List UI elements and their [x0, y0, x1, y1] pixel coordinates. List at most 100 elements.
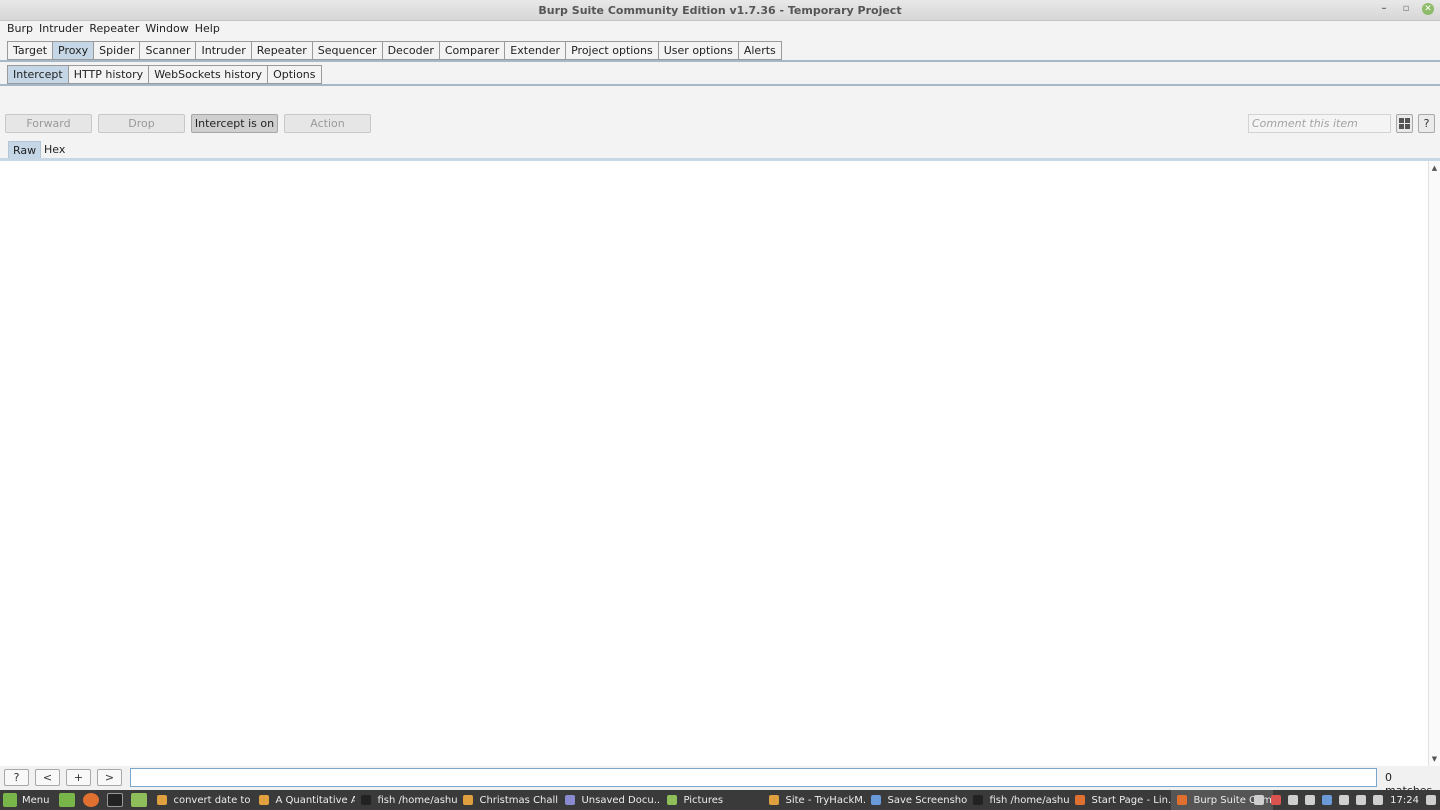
subtab-divider — [0, 84, 1440, 86]
search-add-button[interactable]: + — [66, 769, 91, 786]
tab-websockets-history[interactable]: WebSockets history — [148, 65, 268, 84]
taskbar-window-item[interactable]: Christmas Chall... — [457, 790, 559, 810]
window-titlebar: Burp Suite Community Edition v1.7.36 - T… — [0, 0, 1440, 21]
app-icon — [871, 795, 882, 805]
window-controls: – ▫ ✕ — [1378, 3, 1434, 15]
files-icon[interactable] — [131, 793, 148, 807]
taskbar-window-label: Unsaved Docu... — [581, 794, 662, 806]
taskbar-window-label: Start Page - Lin... — [1091, 794, 1172, 806]
taskbar-window-label: fish /home/ashu... — [377, 794, 458, 806]
tab-decoder[interactable]: Decoder — [381, 41, 439, 60]
sound-icon[interactable] — [1426, 795, 1436, 805]
wifi-icon[interactable] — [1356, 795, 1367, 805]
search-input[interactable] — [130, 768, 1377, 787]
tab-http-history[interactable]: HTTP history — [67, 65, 149, 84]
search-previous-button[interactable]: < — [35, 769, 60, 786]
window-title: Burp Suite Community Edition v1.7.36 - T… — [538, 4, 902, 17]
taskbar-window-label: Pictures — [683, 794, 724, 806]
taskbar-window-item[interactable]: fish /home/ashu... — [967, 790, 1069, 810]
menu-burp[interactable]: Burp — [4, 21, 36, 38]
minimize-icon[interactable]: – — [1378, 3, 1390, 15]
menu-help[interactable]: Help — [192, 21, 223, 38]
user-icon[interactable] — [1339, 795, 1350, 805]
os-taskbar: Menu convert date to ... A Quantitative A… — [0, 790, 1440, 810]
chat-icon[interactable] — [1322, 795, 1333, 805]
taskbar-window-item[interactable]: fish /home/ashu... — [355, 790, 457, 810]
start-menu-button[interactable]: Menu — [0, 790, 55, 810]
proxy-tab-bar: Intercept HTTP history WebSockets history O… — [7, 65, 322, 84]
help-button[interactable]: ? — [1418, 114, 1435, 133]
taskbar-window-item[interactable]: Site - TryHackM... — [763, 790, 865, 810]
menu-intruder[interactable]: Intruder — [36, 21, 86, 38]
app-icon — [463, 795, 474, 805]
scroll-up-icon[interactable]: ▲ — [1429, 163, 1440, 173]
menu-window[interactable]: Window — [142, 21, 191, 38]
layout-grid-icon[interactable] — [1396, 114, 1413, 133]
tab-divider — [0, 60, 1440, 62]
app-icon — [361, 795, 372, 805]
drop-button[interactable]: Drop — [98, 114, 185, 133]
tab-raw[interactable]: Raw — [8, 141, 42, 158]
tab-intruder[interactable]: Intruder — [195, 41, 251, 60]
app-icon — [259, 795, 270, 805]
tab-repeater[interactable]: Repeater — [250, 41, 312, 60]
app-icon — [157, 795, 168, 805]
show-desktop-icon[interactable] — [59, 793, 76, 807]
tab-comparer[interactable]: Comparer — [438, 41, 505, 60]
taskbar-window-item[interactable]: A Quantitative A... — [253, 790, 355, 810]
maximize-icon[interactable]: ▫ — [1400, 3, 1412, 15]
close-icon[interactable]: ✕ — [1422, 3, 1434, 15]
tab-scanner[interactable]: Scanner — [139, 41, 196, 60]
taskbar-window-item[interactable]: convert date to ... — [151, 790, 253, 810]
search-next-button[interactable]: > — [97, 769, 122, 786]
update-shield-icon[interactable] — [1271, 795, 1282, 805]
app-icon — [565, 795, 576, 805]
app-icon — [769, 795, 780, 805]
app-icon — [1075, 795, 1086, 805]
clock[interactable]: 17:24 — [1390, 795, 1419, 806]
menu-repeater[interactable]: Repeater — [86, 21, 142, 38]
app-icon — [1177, 795, 1188, 805]
display-icon[interactable] — [1288, 795, 1299, 805]
taskbar-window-list: convert date to ... A Quantitative A... fi… — [151, 790, 1274, 810]
terminal-icon[interactable] — [107, 793, 124, 807]
mint-logo-icon — [3, 793, 17, 807]
message-editor[interactable] — [0, 161, 1428, 766]
tab-spider[interactable]: Spider — [93, 41, 140, 60]
comment-input[interactable]: Comment this item — [1248, 114, 1391, 133]
taskbar-window-label: A Quantitative A... — [275, 794, 356, 806]
taskbar-window-label: fish /home/ashu... — [989, 794, 1070, 806]
tab-project-options[interactable]: Project options — [565, 41, 658, 60]
tab-options[interactable]: Options — [267, 65, 322, 84]
taskbar-window-label: convert date to ... — [173, 794, 253, 806]
taskbar-window-item[interactable]: Unsaved Docu... — [559, 790, 661, 810]
taskbar-window-item[interactable]: Start Page - Lin... — [1069, 790, 1171, 810]
tab-user-options[interactable]: User options — [657, 41, 738, 60]
forward-button[interactable]: Forward — [5, 114, 92, 133]
tab-hex[interactable]: Hex — [40, 141, 69, 158]
search-help-button[interactable]: ? — [4, 769, 29, 786]
intercept-toggle-button[interactable]: Intercept is on — [191, 114, 278, 133]
tab-extender[interactable]: Extender — [504, 41, 566, 60]
start-menu-label: Menu — [22, 794, 50, 806]
taskbar-window-label: Site - TryHackM... — [785, 794, 866, 806]
menu-bar: Burp Intruder Repeater Window Help — [0, 21, 1440, 38]
taskbar-window-label: Christmas Chall... — [479, 794, 560, 806]
vertical-scrollbar[interactable]: ▲ ▼ — [1428, 161, 1440, 766]
tab-target[interactable]: Target — [7, 41, 53, 60]
taskbar-window-item[interactable]: Pictures — [661, 790, 763, 810]
tab-proxy[interactable]: Proxy — [52, 41, 94, 60]
firefox-icon[interactable] — [83, 793, 100, 807]
scroll-down-icon[interactable]: ▼ — [1429, 754, 1440, 764]
tab-intercept[interactable]: Intercept — [7, 65, 68, 84]
tab-alerts[interactable]: Alerts — [737, 41, 782, 60]
system-tray: 17:24 — [1254, 790, 1436, 810]
taskbar-window-label: Save Screenshot — [887, 794, 968, 806]
app-icon — [973, 795, 984, 805]
action-button[interactable]: Action — [284, 114, 371, 133]
tab-sequencer[interactable]: Sequencer — [311, 41, 382, 60]
taskbar-window-item[interactable]: Save Screenshot — [865, 790, 967, 810]
battery-icon[interactable] — [1373, 795, 1384, 805]
bluetooth-icon[interactable] — [1305, 795, 1316, 805]
network-icon[interactable] — [1254, 795, 1265, 805]
